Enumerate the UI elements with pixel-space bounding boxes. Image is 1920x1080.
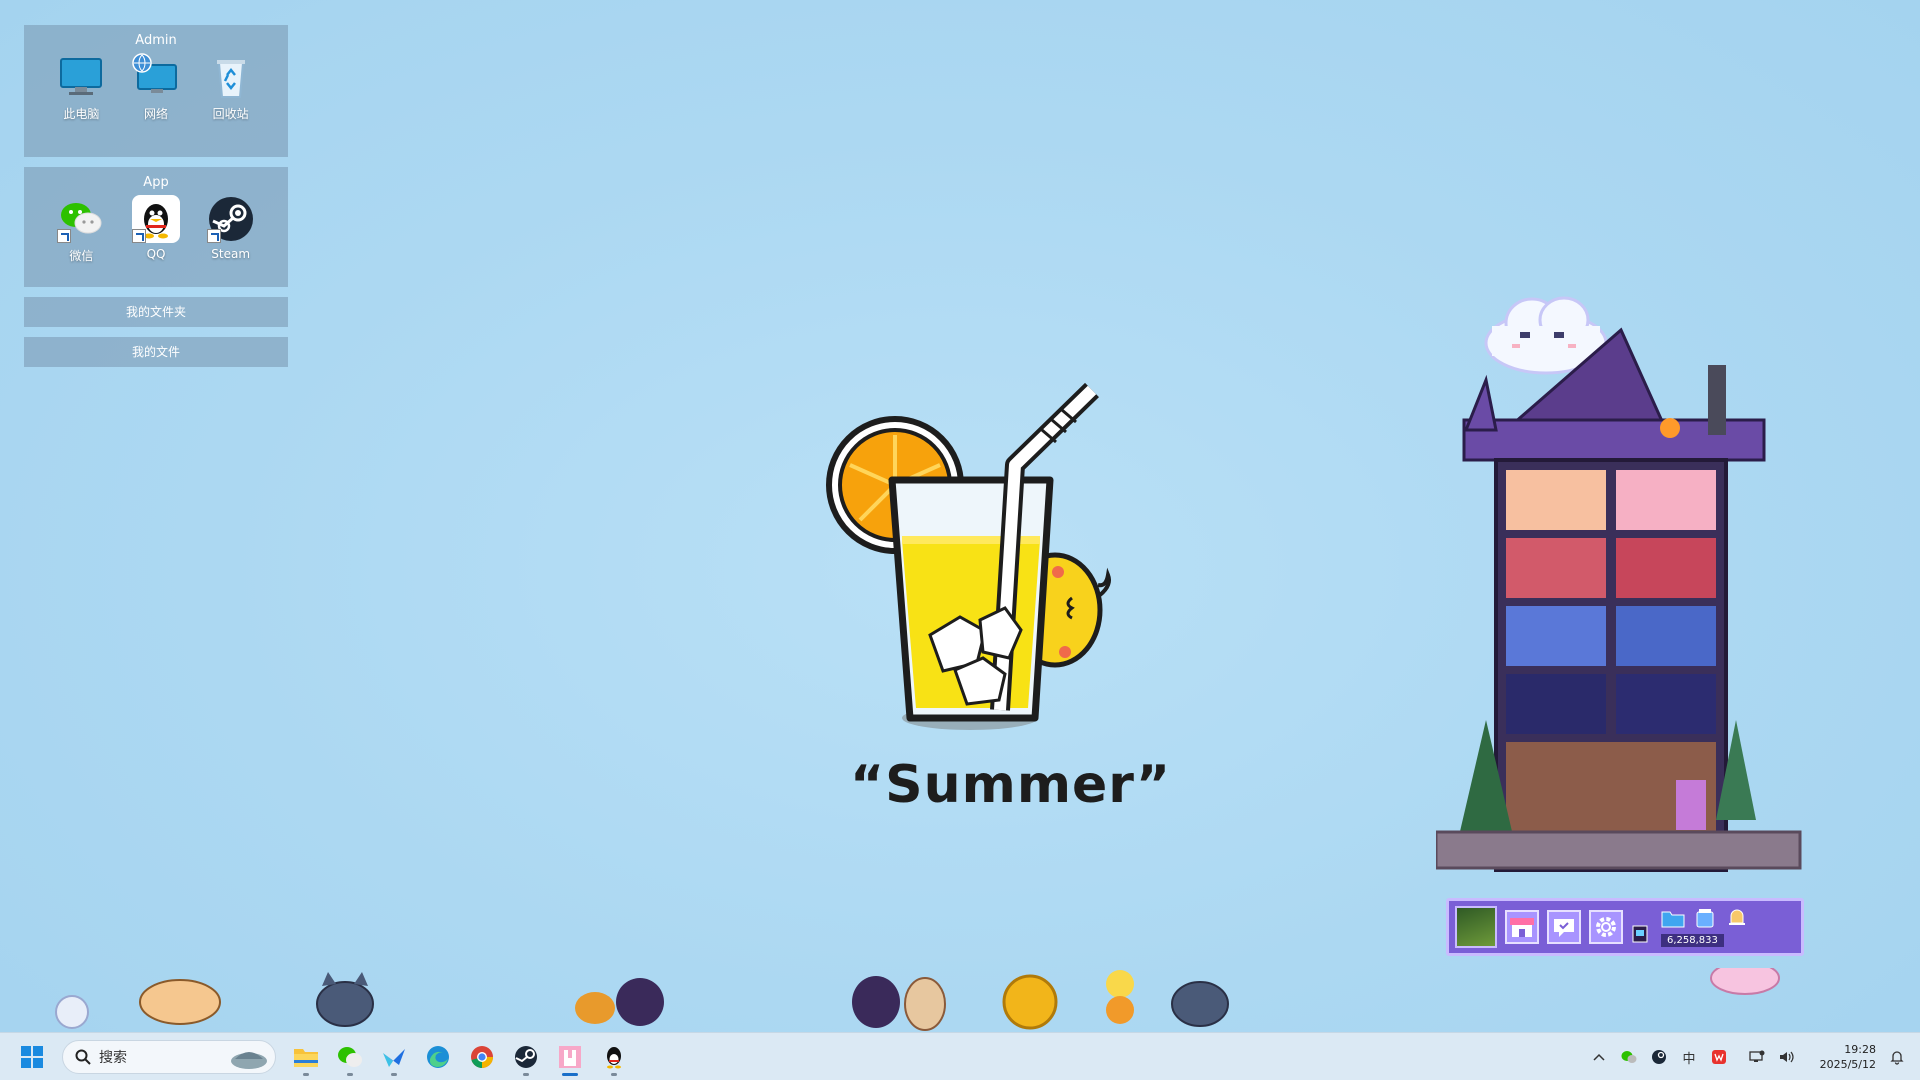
pixel-house-toolbar: 6,258,833 <box>1446 898 1804 956</box>
search-placeholder: 搜索 <box>99 1049 127 1066</box>
taskbar-clock[interactable]: 19:28 2025/5/12 <box>1802 1042 1882 1072</box>
shop-icon[interactable] <box>1505 910 1539 944</box>
input-method-indicator[interactable]: 中 <box>1674 1033 1704 1080</box>
edge-icon <box>427 1045 449 1068</box>
wechat-icon <box>338 1046 362 1067</box>
scene-thumbnail[interactable] <box>1455 906 1497 948</box>
folder-icon[interactable] <box>1661 908 1685 932</box>
desktop-icon-label: 此电脑 <box>63 107 100 121</box>
desktop-icon-wechat[interactable]: 微信 <box>44 195 119 264</box>
taskbar-feishu[interactable] <box>374 1037 414 1077</box>
chat-icon[interactable] <box>1547 910 1581 944</box>
fence-title: App <box>143 175 169 190</box>
desktop-icon-label: QQ <box>146 247 166 261</box>
coin-balance: 6,258,833 <box>1661 933 1724 947</box>
taskbar-steam[interactable] <box>506 1037 546 1077</box>
network-icon <box>132 53 180 101</box>
taskbar-qq[interactable] <box>594 1037 634 1077</box>
fence-title: Admin <box>135 33 177 48</box>
lemonade-wallpaper-art <box>826 382 1111 730</box>
gear-icon[interactable] <box>1589 910 1623 944</box>
running-indicator <box>391 1072 397 1076</box>
windows-logo-icon <box>21 1045 43 1068</box>
chrome-icon <box>471 1045 493 1068</box>
recycle-bin-icon <box>207 53 255 101</box>
monitor-icon <box>57 53 105 101</box>
notification-icon[interactable] <box>1882 1033 1912 1080</box>
fence-folder-my-folder[interactable]: 我的文件夹 <box>24 297 288 327</box>
taskbar-search[interactable]: 搜索 <box>62 1039 276 1074</box>
running-indicator <box>562 1072 578 1076</box>
fence-app: App 微信 QQ Steam <box>24 167 288 287</box>
running-indicator <box>303 1072 309 1076</box>
taskbar-chrome[interactable] <box>462 1037 502 1077</box>
shortcut-arrow-icon <box>206 229 221 243</box>
fence-admin: Admin 此电脑 网络 回收站 <box>24 25 288 157</box>
exit-icon[interactable] <box>1631 910 1651 944</box>
search-icon <box>75 1049 91 1065</box>
network-tray-icon[interactable] <box>1742 1033 1772 1080</box>
desktop-icon-network[interactable]: 网络 <box>119 53 194 122</box>
start-button[interactable] <box>12 1037 52 1077</box>
wallpaper-summer-text: “Summer” <box>850 755 1172 815</box>
shortcut-arrow-icon <box>57 229 72 243</box>
file-explorer-icon <box>294 1048 318 1067</box>
qq-icon <box>132 195 180 243</box>
taskbar-wechat[interactable] <box>330 1037 370 1077</box>
desktop-icon-steam[interactable]: Steam <box>193 195 268 264</box>
taskbar-pixel-house[interactable] <box>550 1037 590 1077</box>
desktop-icon-recycle-bin[interactable]: 回收站 <box>193 53 268 122</box>
shortcut-arrow-icon <box>132 229 146 243</box>
taskbar: 搜索 中 19:28 2025/5/12 <box>0 1032 1920 1080</box>
chevron-up-icon[interactable] <box>1584 1033 1614 1080</box>
pixel-pets-row <box>55 968 1780 1031</box>
steam-icon <box>206 195 255 243</box>
taskbar-file-explorer[interactable] <box>286 1037 326 1077</box>
wechat-icon <box>57 195 105 243</box>
speaker-icon[interactable] <box>1772 1033 1802 1080</box>
steam-tray-icon[interactable] <box>1644 1033 1674 1080</box>
steam-icon <box>515 1045 537 1068</box>
desktop-icon-label: Steam <box>211 247 251 261</box>
search-highlight-icon <box>231 1051 267 1069</box>
pixel-house-icon <box>559 1045 581 1068</box>
system-tray: 中 19:28 2025/5/12 <box>1584 1033 1920 1080</box>
wps-tray-icon[interactable] <box>1704 1033 1734 1080</box>
clock-time: 19:28 <box>1844 1043 1876 1056</box>
running-indicator <box>347 1072 353 1076</box>
pixel-house-widget <box>1436 327 1802 872</box>
feishu-icon <box>383 1048 405 1067</box>
desktop-icon-label: 回收站 <box>212 107 249 121</box>
clock-date: 2025/5/12 <box>1819 1058 1876 1071</box>
desktop-icon-label: 微信 <box>69 249 94 263</box>
desktop: Admin 此电脑 网络 回收站 App 微信 QQ Steam 我的文件夹 我… <box>0 0 1920 1032</box>
running-indicator <box>523 1072 529 1076</box>
desktop-icon-label: 网络 <box>144 107 169 121</box>
bell-icon[interactable] <box>1725 908 1749 932</box>
qq-icon <box>607 1046 621 1068</box>
desktop-icon-this-pc[interactable]: 此电脑 <box>44 53 119 122</box>
wechat-tray-icon[interactable] <box>1614 1033 1644 1080</box>
taskbar-edge[interactable] <box>418 1037 458 1077</box>
desktop-icon-qq[interactable]: QQ <box>119 195 194 264</box>
running-indicator <box>611 1072 617 1076</box>
jar-icon[interactable] <box>1693 908 1717 932</box>
fence-folder-my-files[interactable]: 我的文件 <box>24 337 288 367</box>
